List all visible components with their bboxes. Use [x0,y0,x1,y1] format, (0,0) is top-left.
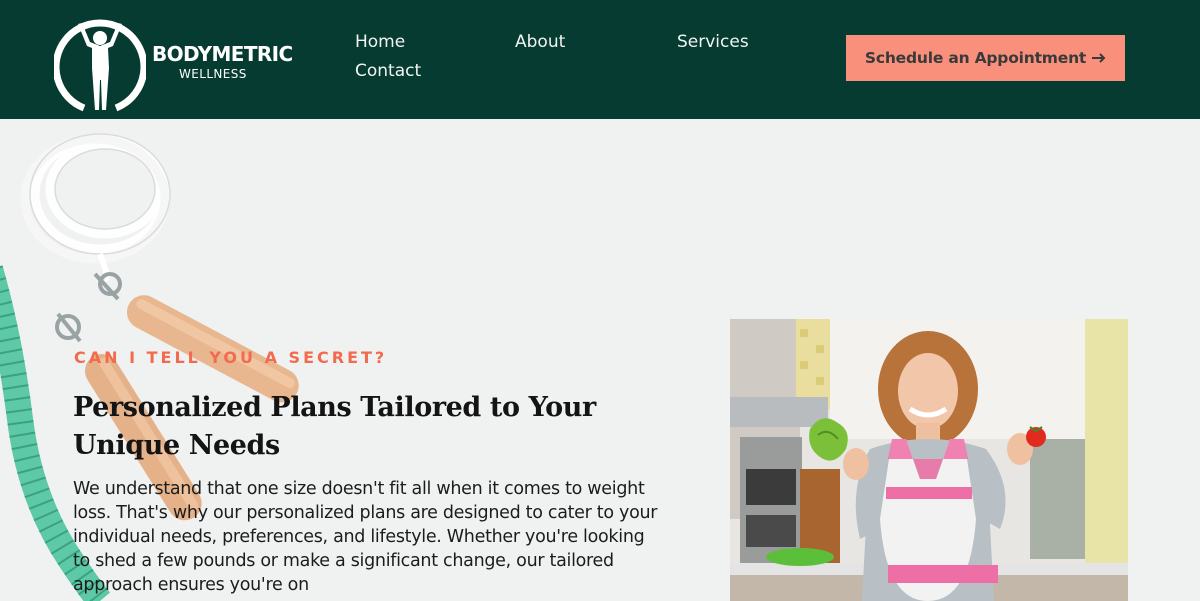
section-body-text: We understand that one size doesn't fit … [73,479,658,595]
brand-logo[interactable]: BODYMETRIC WELLNESS [54,10,299,114]
nav-contact[interactable]: Contact [355,61,421,81]
section-eyebrow: CAN I TELL YOU A SECRET? [74,348,388,367]
section-headline: Personalized Plans Tailored to Your Uniq… [73,392,596,461]
hero-section: CAN I TELL YOU A SECRET? Personalized Pl… [0,119,1200,601]
schedule-appointment-button[interactable]: Schedule an Appointment [846,35,1125,81]
brand-subtitle: WELLNESS [179,67,247,81]
figure-in-circle-icon [54,19,146,112]
nav-home[interactable]: Home [355,32,405,52]
site-header: BODYMETRIC WELLNESS Home About Services … [0,0,1200,119]
nav-about[interactable]: About [515,32,565,52]
woman-in-kitchen-photo [730,319,1128,601]
arrow-right-icon [1092,53,1106,63]
brand-name: BODYMETRIC [152,42,293,66]
nav-services[interactable]: Services [677,32,749,52]
cta-label: Schedule an Appointment [864,49,1087,67]
